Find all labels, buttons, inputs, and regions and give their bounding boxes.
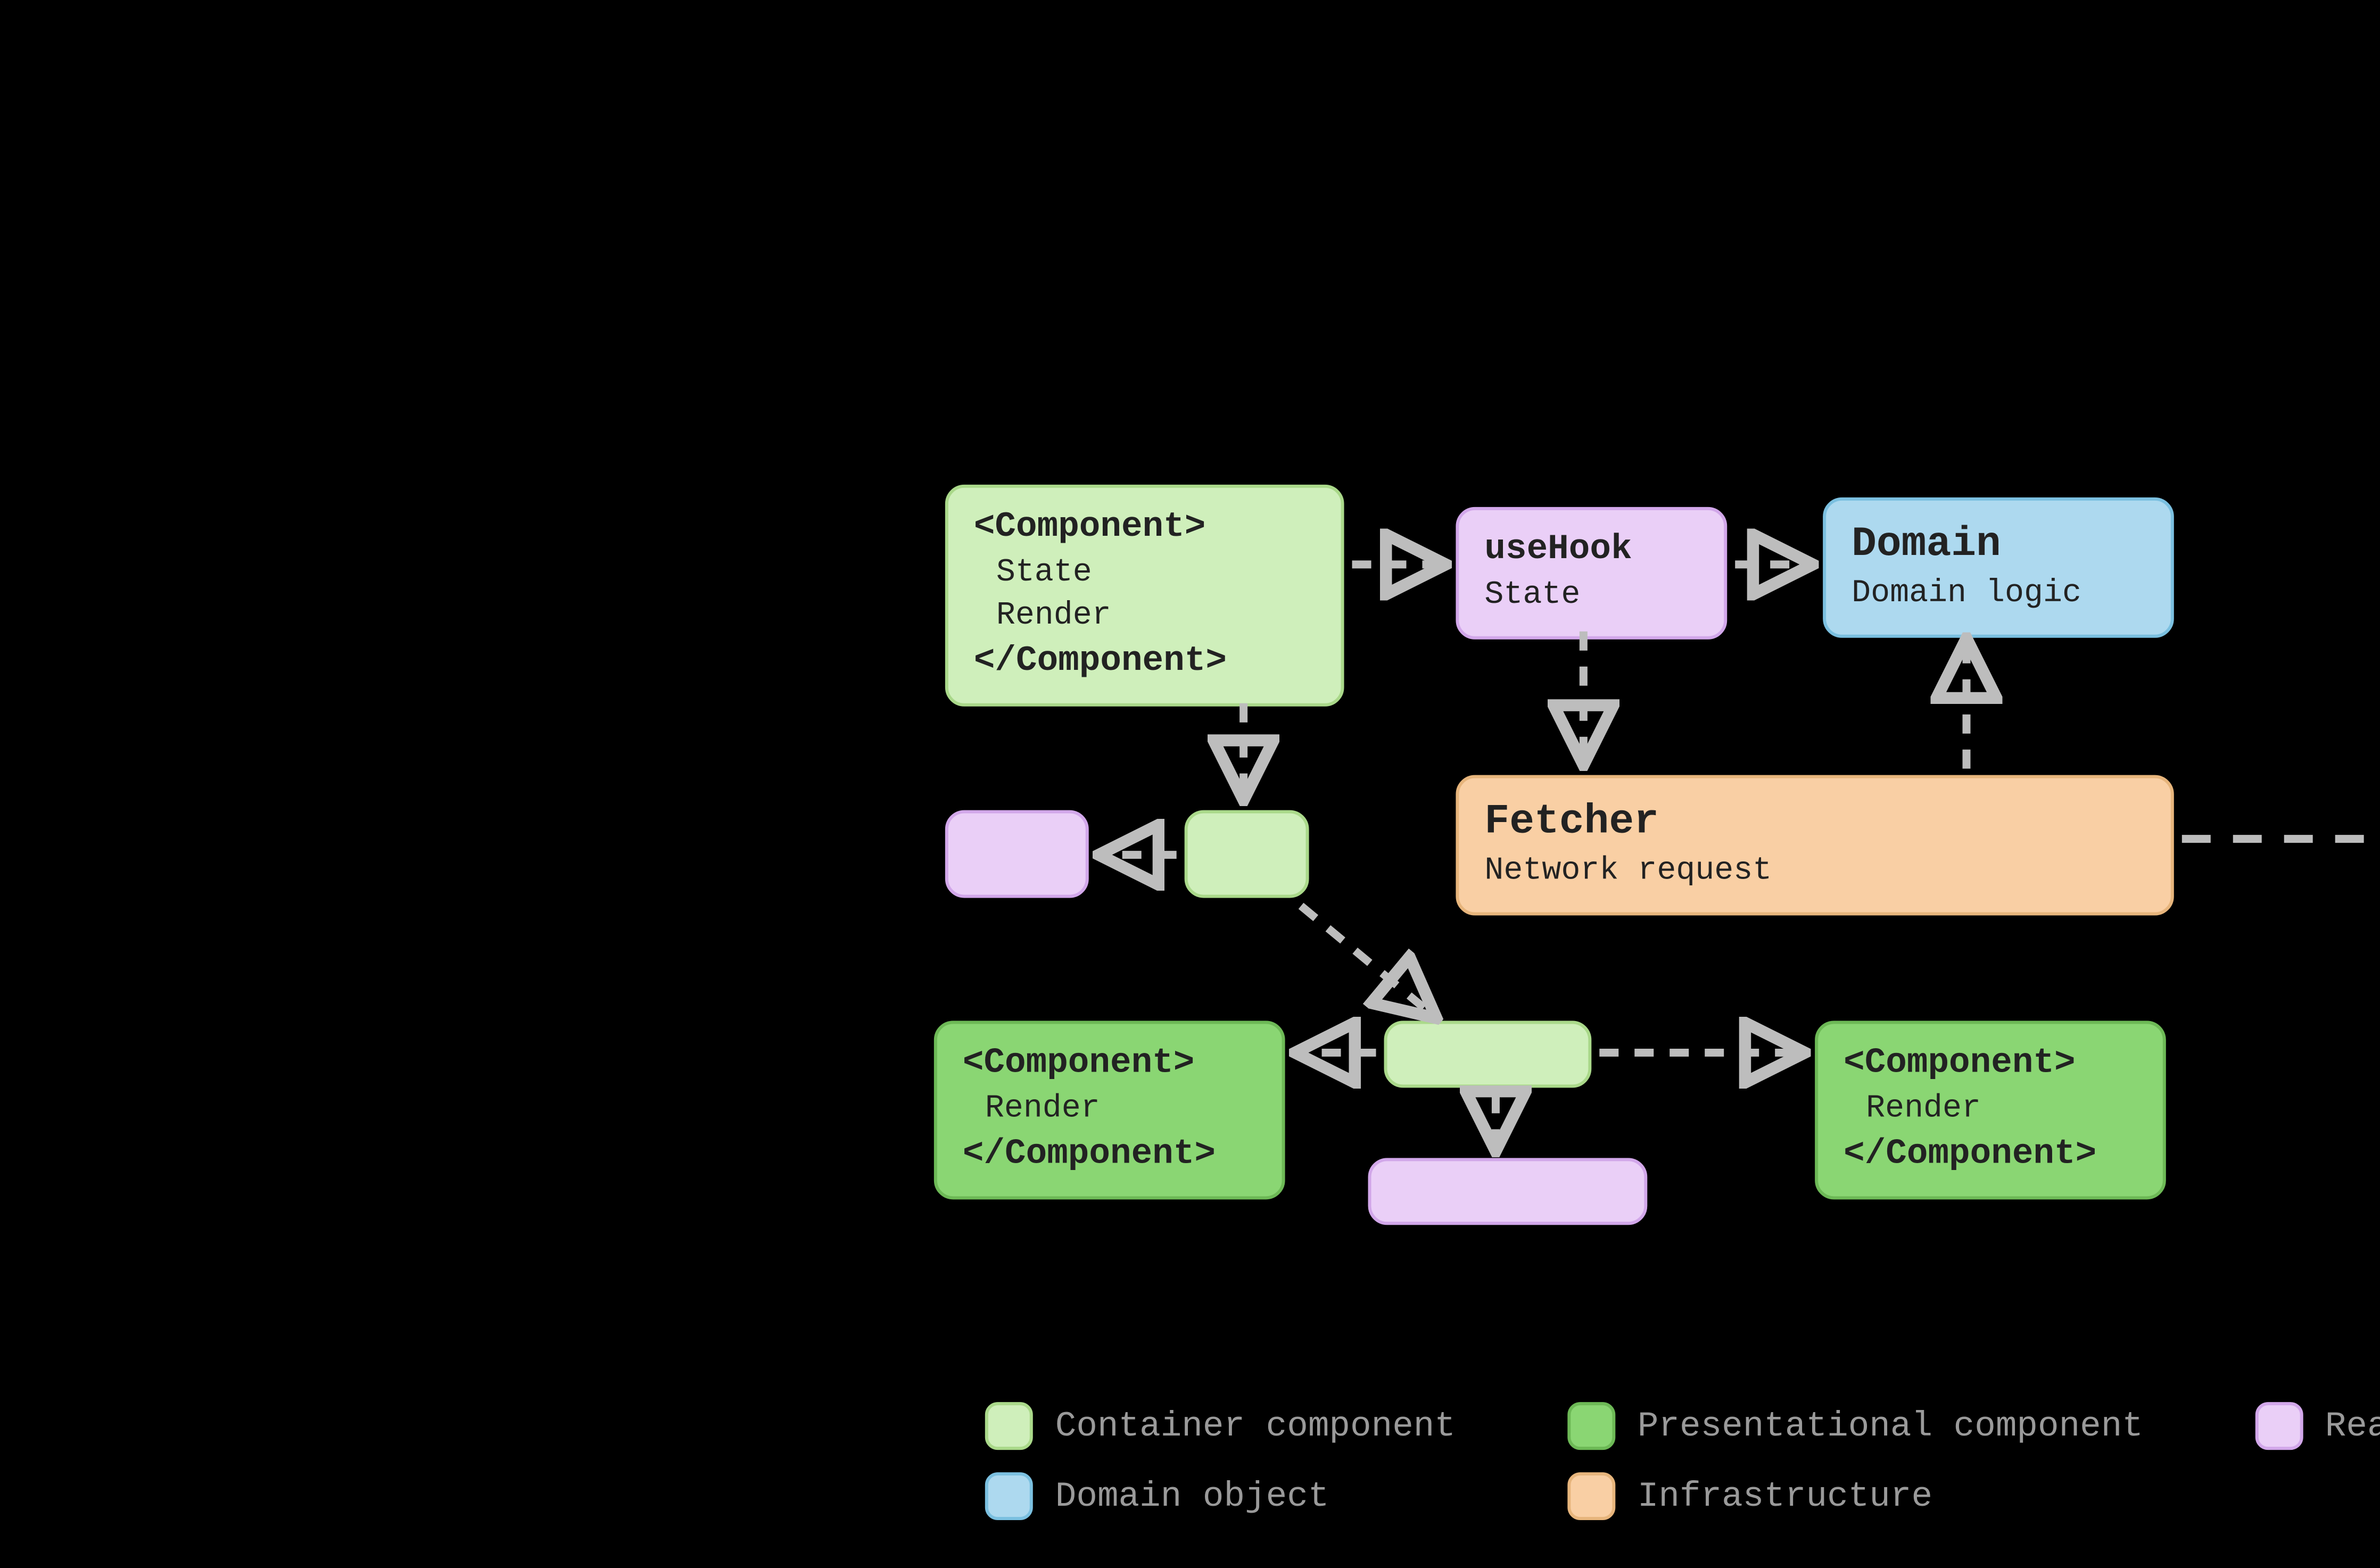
presentational-component-right: <Component> Render </Component> [1815,1021,2166,1200]
hook-title: useHook [1484,526,1698,573]
small-container-box [1184,810,1309,898]
component-open-tag: <Component> [1844,1040,2137,1087]
domain-object: Domain Domain logic [1823,497,2174,637]
react-hook: useHook State [1456,507,1727,638]
component-line: Render [973,594,1315,637]
component-open-tag: <Component> [962,1040,1256,1087]
legend-label: Domain object [1055,1476,1329,1516]
component-close-tag: </Component> [962,1130,1256,1177]
component-line: Render [1844,1087,2137,1130]
legend: Container component Presentational compo… [985,1402,2380,1520]
small-hook-box [945,810,1088,898]
legend-swatch-hook [2254,1402,2302,1450]
legend-item: Container component [985,1402,1455,1450]
component-open-tag: <Component> [973,503,1315,551]
fetcher-line: Network request [1484,850,2145,893]
legend-swatch-domain [985,1472,1032,1520]
legend-label: Presentational component [1637,1406,2143,1446]
legend-swatch-container [985,1402,1032,1450]
legend-item: Presentational component [1567,1402,2143,1450]
legend-item: Domain object [985,1472,1455,1520]
legend-swatch-presentational [1567,1402,1615,1450]
small-container-box-2 [1384,1021,1591,1088]
component-line: State [973,551,1315,594]
legend-label: React hook [2325,1406,2380,1446]
component-close-tag: </Component> [1844,1130,2137,1177]
presentational-component-left: <Component> Render </Component> [933,1021,1285,1200]
container-component: <Component> State Render </Component> [945,484,1344,707]
legend-label: Infrastructure [1637,1476,1932,1516]
domain-line: Domain logic [1852,573,2145,616]
legend-item: Infrastructure [1567,1472,2143,1520]
component-line: Render [962,1087,1256,1130]
legend-label: Container component [1055,1406,1455,1446]
hook-line: State [1484,573,1698,616]
legend-item: React hook [2254,1402,2380,1450]
component-close-tag: </Component> [973,637,1315,684]
domain-title: Domain [1852,516,2145,572]
fetcher-title: Fetcher [1484,794,2145,850]
small-hook-box-2 [1368,1158,1647,1225]
legend-swatch-infra [1567,1472,1615,1520]
infrastructure-fetcher: Fetcher Network request [1456,775,2174,915]
